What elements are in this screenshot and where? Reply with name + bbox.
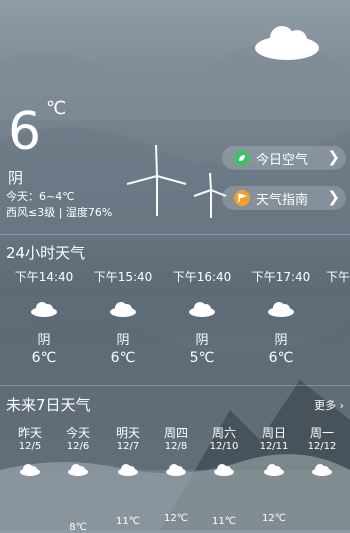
daily-title: 未来7日天气 xyxy=(6,396,91,414)
hourly-item[interactable]: 下午15:40 阴 6℃ xyxy=(88,268,158,366)
day-name: 周一 xyxy=(309,426,334,440)
cloud-icon xyxy=(268,302,294,317)
cloud-icon xyxy=(264,464,284,476)
hourly-title: 24小时天气 xyxy=(6,244,86,262)
hour-time: 下午14:40 xyxy=(14,270,74,284)
cloud-icon xyxy=(189,302,215,317)
chevron-right-icon: › xyxy=(339,399,344,412)
hourly-item[interactable]: 下午17:40 阴 6℃ xyxy=(246,268,316,366)
hour-temp: 6℃ xyxy=(110,350,136,366)
more-link[interactable]: 更多 › xyxy=(314,397,344,413)
hourly-item[interactable]: 下午16:40 阴 5℃ xyxy=(167,268,237,366)
day-name: 周六 xyxy=(211,426,236,440)
today-range: 今天：6~4℃ xyxy=(6,190,75,203)
hourly-item[interactable]: 下午 xyxy=(326,268,350,285)
chevron-right-icon: ❯ xyxy=(327,188,340,206)
hour-temp: 6℃ xyxy=(31,350,57,366)
hour-temp: 6℃ xyxy=(268,350,294,366)
cloud-icon xyxy=(31,302,57,317)
hour-condition: 阴 xyxy=(195,333,209,348)
cloud-icon xyxy=(118,464,138,476)
day-high: 8℃ xyxy=(69,522,87,533)
day-high: 11℃ xyxy=(116,516,140,527)
day-date: 12/7 xyxy=(116,441,140,452)
air-quality-button[interactable]: 今日空气 ❯ xyxy=(222,146,346,170)
day-name: 明天 xyxy=(115,426,140,440)
cloud-icon xyxy=(110,302,136,317)
day-date: 12/6 xyxy=(66,441,90,452)
daily-item[interactable]: 今天 12/6 8℃ xyxy=(54,424,102,533)
hour-time: 下午16:40 xyxy=(172,270,232,284)
hourly-item[interactable]: 下午14:40 阴 6℃ xyxy=(9,268,79,366)
chevron-right-icon: ❯ xyxy=(327,148,340,166)
hour-condition: 阴 xyxy=(274,333,288,348)
day-name: 今天 xyxy=(65,426,90,440)
section-divider xyxy=(0,234,350,235)
wind-humidity: 西风≤3级 | 湿度76% xyxy=(6,206,113,219)
hour-temp: 5℃ xyxy=(189,350,215,366)
daily-item[interactable]: 周日 12/11 12℃ xyxy=(250,424,298,524)
hour-condition: 阴 xyxy=(116,333,130,348)
day-high: 11℃ xyxy=(212,516,236,527)
day-date: 12/10 xyxy=(209,441,239,452)
daily-item[interactable]: 周六 12/10 11℃ xyxy=(200,424,248,527)
leaf-icon xyxy=(234,150,250,166)
cloud-icon xyxy=(312,464,332,476)
day-high: 12℃ xyxy=(262,513,286,524)
day-name: 昨天 xyxy=(17,426,42,440)
section-divider xyxy=(0,385,350,386)
cloud-icon xyxy=(214,464,234,476)
cloud-icon xyxy=(166,464,186,476)
weather-guide-button[interactable]: 天气指南 ❯ xyxy=(222,186,346,210)
weather-guide-label: 天气指南 xyxy=(256,192,309,208)
day-name: 周日 xyxy=(261,426,286,440)
daily-item[interactable]: 明天 12/7 11℃ xyxy=(104,424,152,527)
day-name: 周四 xyxy=(163,426,188,440)
current-temperature: 6 xyxy=(8,102,42,162)
day-date: 12/5 xyxy=(18,441,42,452)
daily-item[interactable]: 周一 12/12 xyxy=(298,424,346,480)
air-quality-label: 今日空气 xyxy=(256,152,309,168)
hour-time: 下午17:40 xyxy=(251,270,311,284)
day-date: 12/12 xyxy=(307,441,337,452)
day-date: 12/8 xyxy=(164,441,188,452)
cloud-icon xyxy=(20,464,40,476)
daily-item[interactable]: 周四 12/8 12℃ xyxy=(152,424,200,524)
hour-time: 下午15:40 xyxy=(93,270,153,284)
day-date: 12/11 xyxy=(259,441,289,452)
flag-icon xyxy=(234,190,250,206)
temperature-unit: ℃ xyxy=(46,98,67,119)
daily-item[interactable]: 昨天 12/5 xyxy=(6,424,54,480)
hour-condition: 阴 xyxy=(37,333,51,348)
cloud-icon xyxy=(255,26,319,60)
hour-time: 下午 xyxy=(326,270,350,284)
cloud-icon xyxy=(68,464,88,476)
day-high: 12℃ xyxy=(164,513,188,524)
current-condition: 阴 xyxy=(8,169,24,187)
more-label: 更多 xyxy=(314,399,337,412)
